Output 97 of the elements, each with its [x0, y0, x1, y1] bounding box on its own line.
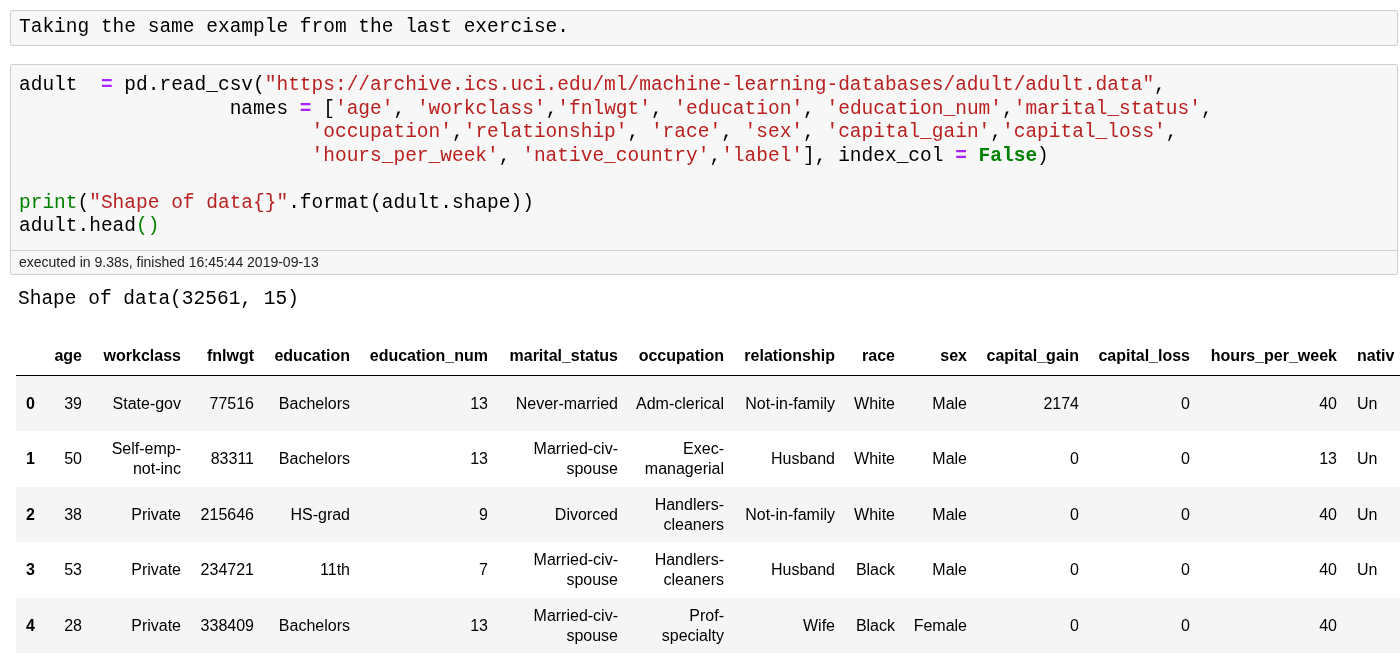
- table-cell: HS-grad: [264, 486, 360, 543]
- table-cell: Un: [1347, 375, 1400, 432]
- table-cell: Divorced: [498, 486, 628, 543]
- table-cell: Private: [92, 486, 191, 543]
- table-cell: 13: [360, 375, 498, 432]
- code-line: adult.head(): [19, 215, 160, 239]
- table-cell: 83311: [191, 431, 264, 487]
- table-cell: Bachelors: [264, 375, 360, 432]
- table-cell: Self-emp-not-inc: [92, 431, 191, 487]
- table-cell: 0: [1089, 486, 1200, 543]
- table-cell: Black: [845, 542, 905, 598]
- table-cell: White: [845, 431, 905, 487]
- table-cell: State-gov: [92, 375, 191, 432]
- column-header: capital_gain: [977, 336, 1089, 376]
- column-header: hours_per_week: [1200, 336, 1347, 376]
- table-cell: 53: [42, 542, 92, 598]
- code-line: 'hours_per_week', 'native_country','label'], index_col = False): [310, 144, 1049, 168]
- table-cell: 234721: [191, 542, 264, 598]
- table-cell: Bachelors: [264, 431, 360, 487]
- table-cell: Prof-specialty: [628, 597, 734, 654]
- table-cell: Male: [905, 375, 977, 432]
- table-cell: 0: [1089, 431, 1200, 487]
- table-cell: 0: [977, 597, 1089, 654]
- row-index: 3: [16, 542, 42, 598]
- table-cell: Married-civ-spouse: [498, 431, 628, 487]
- row-index: 4: [16, 597, 42, 654]
- table-cell: Bachelors: [264, 597, 360, 654]
- code-line: adult = pd.read_csv("https://archive.ics.uci.edu/ml/machine-learning-databases/adult/adult.data",: [19, 74, 1166, 98]
- table-cell: 50: [42, 431, 92, 487]
- table-cell: 338409: [191, 597, 264, 654]
- table-cell: 7: [360, 542, 498, 598]
- column-header: capital_loss: [1089, 336, 1200, 376]
- table-cell: 13: [360, 431, 498, 487]
- table-cell: 0: [977, 431, 1089, 487]
- table-cell: 39: [42, 375, 92, 432]
- table-cell: Un: [1347, 542, 1400, 598]
- table-cell: 40: [1200, 597, 1347, 654]
- table-cell: 215646: [191, 486, 264, 543]
- column-header: education_num: [360, 336, 498, 376]
- table-cell: Married-civ-spouse: [498, 597, 628, 654]
- row-index: 2: [16, 486, 42, 543]
- table-cell: 2174: [977, 375, 1089, 432]
- column-header: sex: [905, 336, 977, 376]
- code-line: names = ['age', 'workclass','fnlwgt', 'education', 'education_num','marital_status',: [228, 97, 1213, 121]
- table-cell: Un: [1347, 431, 1400, 487]
- row-index: 0: [16, 375, 42, 432]
- table-cell: Not-in-family: [734, 486, 845, 543]
- table-cell: Husband: [734, 431, 845, 487]
- table-cell: 0: [1089, 597, 1200, 654]
- table-cell: 9: [360, 486, 498, 543]
- table-cell: White: [845, 486, 905, 543]
- column-header: relationship: [734, 336, 845, 376]
- column-header: marital_status: [498, 336, 628, 376]
- table-cell: 0: [977, 486, 1089, 543]
- table-cell: Male: [905, 542, 977, 598]
- table-cell: Exec-managerial: [628, 431, 734, 487]
- table-cell: 13: [360, 597, 498, 654]
- code-line: 'occupation','relationship', 'race', 'sex', 'capital_gain','capital_loss',: [310, 121, 1178, 145]
- markdown-text: Taking the same example from the last exercise.: [19, 15, 569, 41]
- table-cell: Handlers-cleaners: [628, 486, 734, 543]
- table-cell: 40: [1200, 542, 1347, 598]
- table-cell: Black: [845, 597, 905, 654]
- table-cell: 38: [42, 486, 92, 543]
- table-cell: 0: [1089, 542, 1200, 598]
- execution-info: executed in 9.38s, finished 16:45:44 2019-09-13: [11, 249, 1397, 274]
- table-cell: 40: [1200, 486, 1347, 543]
- column-header: age: [42, 336, 92, 376]
- table-cell: Private: [92, 597, 191, 654]
- table-cell: Married-civ-spouse: [498, 542, 628, 598]
- table-cell: Adm-clerical: [628, 375, 734, 432]
- table-cell: Husband: [734, 542, 845, 598]
- table-cell: Male: [905, 486, 977, 543]
- column-header: race: [845, 336, 905, 376]
- table-cell: Not-in-family: [734, 375, 845, 432]
- table-cell: White: [845, 375, 905, 432]
- table-cell: 0: [1089, 375, 1200, 432]
- table-cell: Never-married: [498, 375, 628, 432]
- column-header: workclass: [92, 336, 191, 376]
- table-cell: 40: [1200, 375, 1347, 432]
- output-text: Shape of data(32561, 15): [18, 286, 300, 312]
- code-line: print("Shape of data{}".format(adult.shape)): [19, 190, 534, 215]
- table-cell: Private: [92, 542, 191, 598]
- table-cell: Male: [905, 431, 977, 487]
- table-cell: 13: [1200, 431, 1347, 487]
- column-header: fnlwgt: [191, 336, 264, 376]
- table-cell: 28: [42, 597, 92, 654]
- table-cell: 77516: [191, 375, 264, 432]
- table-cell: Wife: [734, 597, 845, 654]
- column-header: nativ: [1347, 336, 1400, 376]
- table-cell: Un: [1347, 486, 1400, 543]
- table-cell: Female: [905, 597, 977, 654]
- column-header: education: [264, 336, 360, 376]
- column-header: occupation: [628, 336, 734, 376]
- table-cell: Handlers-cleaners: [628, 542, 734, 598]
- row-index: 1: [16, 431, 42, 487]
- table-cell: 11th: [264, 542, 360, 598]
- table-cell: 0: [977, 542, 1089, 598]
